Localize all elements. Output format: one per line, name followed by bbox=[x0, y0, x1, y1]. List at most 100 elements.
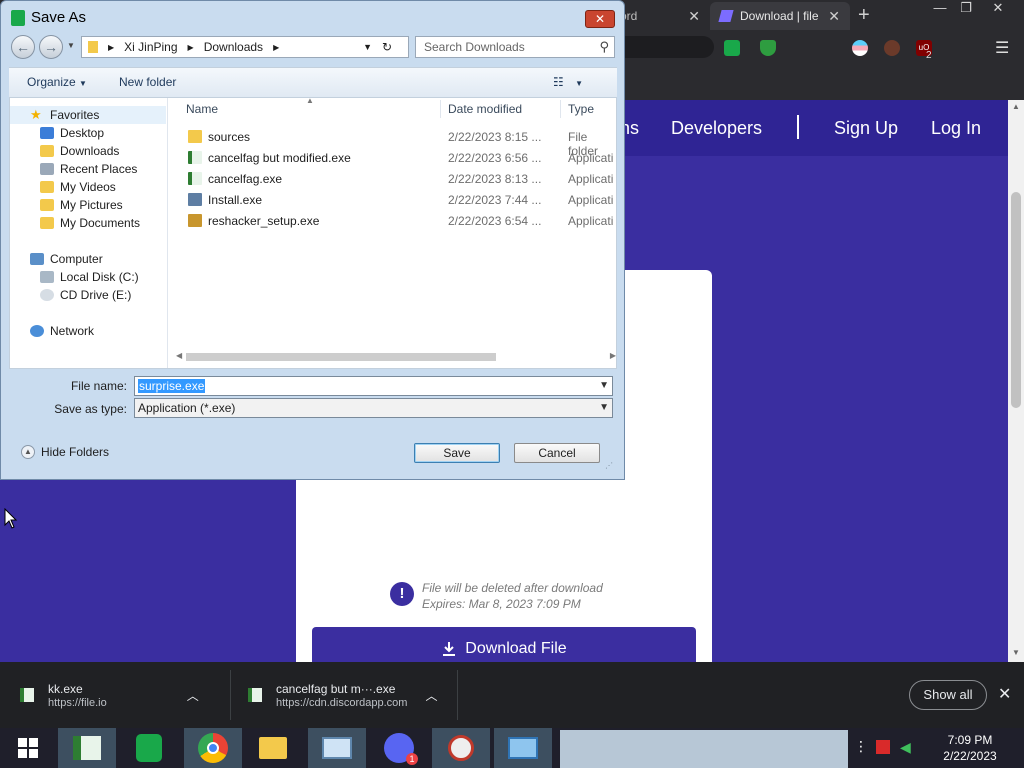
nav-link-developers[interactable]: Developers bbox=[671, 118, 762, 139]
scroll-right-icon[interactable]: ▶ bbox=[610, 351, 616, 360]
show-all-button[interactable]: Show all bbox=[909, 680, 987, 710]
organize-button[interactable]: Organize ▼ bbox=[27, 75, 87, 89]
nav-label: Favorites bbox=[50, 108, 100, 122]
nav-link-signup[interactable]: Sign Up bbox=[834, 118, 898, 139]
close-tab-icon[interactable]: ✕ bbox=[828, 8, 840, 25]
file-name-input[interactable]: surprise.exe ▼ bbox=[134, 376, 613, 396]
tab-inactive[interactable]: ord ✕ bbox=[610, 2, 710, 30]
tab-active[interactable]: Download | file ✕ bbox=[710, 2, 850, 30]
taskbar-app-installer[interactable] bbox=[58, 728, 116, 768]
new-tab-button[interactable]: + bbox=[858, 4, 870, 27]
nav-item-documents[interactable]: My Documents bbox=[40, 214, 140, 232]
breadcrumb-separator-icon: ▶ bbox=[108, 42, 115, 52]
scroll-thumb[interactable] bbox=[1011, 192, 1021, 408]
overflow-icon[interactable]: ⋮ bbox=[854, 738, 868, 755]
volume-icon[interactable]: ◀ bbox=[900, 739, 911, 756]
dialog-close-button[interactable]: ✕ bbox=[585, 10, 615, 28]
chevron-up-icon[interactable]: ︿ bbox=[425, 687, 437, 704]
browser-menu-icon[interactable]: ☰ bbox=[995, 38, 1009, 58]
view-options-icon[interactable]: ☷ ▼ bbox=[553, 75, 583, 89]
chevron-up-icon[interactable]: ︿ bbox=[187, 687, 199, 704]
download-item[interactable]: kk.exe https://file.io ︿ bbox=[20, 662, 199, 728]
resize-grip-icon[interactable]: ⋰ bbox=[605, 461, 613, 470]
file-row[interactable]: sources 2/22/2023 8:15 ... File folder bbox=[186, 127, 616, 158]
save-button[interactable]: Save bbox=[414, 443, 500, 463]
extension-avatar-icon[interactable] bbox=[884, 40, 900, 56]
nav-item-local-disk[interactable]: Local Disk (C:) bbox=[40, 268, 139, 286]
taskbar-app-snipping[interactable] bbox=[432, 728, 490, 768]
hide-folders-button[interactable]: ▲ Hide Folders bbox=[21, 445, 109, 459]
taskbar-clock[interactable]: 7:09 PM 2/22/2023 bbox=[930, 732, 1010, 764]
scroll-down-icon[interactable]: ▼ bbox=[1012, 648, 1020, 657]
new-folder-button[interactable]: New folder bbox=[119, 75, 176, 89]
tab-label: Download | file bbox=[740, 9, 819, 23]
taskbar-app-discord[interactable]: 1 bbox=[370, 728, 428, 768]
chrome-icon bbox=[198, 733, 228, 763]
column-type[interactable]: Type bbox=[568, 102, 594, 116]
restore-button[interactable]: ❐ bbox=[952, 0, 980, 18]
file-row[interactable]: reshacker_setup.exe 2/22/2023 6:54 ... A… bbox=[186, 211, 616, 231]
back-button[interactable]: ← bbox=[11, 35, 35, 59]
nav-item-pictures[interactable]: My Pictures bbox=[40, 196, 123, 214]
start-button[interactable] bbox=[0, 728, 56, 768]
network-icon bbox=[30, 325, 44, 337]
file-row[interactable]: cancelfag.exe 2/22/2023 8:13 ... Applica… bbox=[186, 169, 616, 189]
scroll-left-icon[interactable]: ◀ bbox=[176, 351, 182, 360]
taskbar-app-chrome[interactable] bbox=[184, 728, 242, 768]
nav-item-desktop[interactable]: Desktop bbox=[40, 124, 104, 142]
file-row[interactable]: cancelfag but modified.exe 2/22/2023 6:5… bbox=[186, 148, 616, 168]
extension-flag-icon[interactable] bbox=[852, 40, 868, 56]
nav-item-downloads[interactable]: Downloads bbox=[40, 142, 119, 160]
file-type: Applicati bbox=[568, 214, 614, 228]
column-name[interactable]: Name bbox=[186, 102, 218, 116]
save-type-select[interactable]: Application (*.exe) ▼ bbox=[134, 398, 613, 418]
taskbar-app-notes[interactable] bbox=[120, 728, 178, 768]
action-center-flag-icon[interactable] bbox=[876, 740, 890, 754]
search-input[interactable]: Search Downloads ⚲ bbox=[415, 36, 615, 58]
file-row[interactable]: Install.exe 2/22/2023 7:44 ... Applicati bbox=[186, 190, 616, 210]
page-scrollbar[interactable]: ▲ ▼ bbox=[1008, 100, 1024, 662]
taskbar-empty-area bbox=[560, 730, 848, 768]
nav-item-recent[interactable]: Recent Places bbox=[40, 160, 137, 178]
breadcrumb-dropdown-icon[interactable]: ▼ bbox=[363, 42, 372, 52]
breadcrumb[interactable]: ▶ Xi JinPing ▶ Downloads ▶ ▼ ↻ bbox=[81, 36, 409, 58]
taskbar-app-explorer[interactable] bbox=[244, 728, 302, 768]
scroll-thumb[interactable] bbox=[186, 353, 496, 361]
chevron-down-icon[interactable]: ▼ bbox=[599, 377, 609, 395]
extension-shield-icon[interactable] bbox=[760, 40, 776, 56]
nav-label: My Pictures bbox=[60, 198, 123, 212]
nav-network[interactable]: Network bbox=[30, 322, 94, 340]
column-divider[interactable] bbox=[440, 100, 441, 118]
nav-item-cd-drive[interactable]: CD Drive (E:) bbox=[40, 286, 131, 304]
refresh-icon[interactable]: ↻ bbox=[382, 40, 392, 54]
breadcrumb-item[interactable]: Xi JinPing bbox=[124, 40, 177, 54]
minimize-button[interactable]: — bbox=[926, 0, 954, 18]
taskbar-app-remote[interactable] bbox=[494, 728, 552, 768]
nav-label: Local Disk (C:) bbox=[60, 270, 139, 284]
forward-button[interactable]: → bbox=[39, 35, 63, 59]
scroll-up-icon[interactable]: ▲ bbox=[1012, 102, 1020, 111]
horizontal-scrollbar[interactable]: ◀ ▶ bbox=[176, 350, 616, 364]
extension-notes-icon[interactable] bbox=[724, 40, 740, 56]
nav-favorites[interactable]: ★ Favorites bbox=[10, 106, 166, 124]
close-window-button[interactable]: ✕ bbox=[984, 0, 1012, 18]
address-bar[interactable] bbox=[624, 36, 714, 58]
folder-icon bbox=[188, 130, 202, 143]
recent-locations-icon[interactable]: ▼ bbox=[67, 41, 75, 50]
breadcrumb-item[interactable]: Downloads bbox=[204, 40, 263, 54]
chevron-down-icon[interactable]: ▼ bbox=[599, 399, 609, 417]
file-name-value: surprise.exe bbox=[138, 379, 206, 393]
nav-link-login[interactable]: Log In bbox=[931, 118, 981, 139]
file-date: 2/22/2023 8:15 ... bbox=[448, 130, 542, 144]
nav-computer[interactable]: Computer bbox=[30, 250, 103, 268]
taskbar-app-monitor[interactable] bbox=[308, 728, 366, 768]
nav-label: My Documents bbox=[60, 216, 141, 230]
download-button-label: Download File bbox=[465, 640, 567, 657]
column-divider[interactable] bbox=[560, 100, 561, 118]
cancel-button[interactable]: Cancel bbox=[514, 443, 600, 463]
column-date[interactable]: Date modified bbox=[448, 102, 522, 116]
close-tab-icon[interactable]: ✕ bbox=[688, 8, 700, 25]
close-shelf-icon[interactable]: ✕ bbox=[998, 684, 1011, 704]
download-item[interactable]: cancelfag but m···.exe https://cdn.disco… bbox=[248, 662, 437, 728]
nav-item-videos[interactable]: My Videos bbox=[40, 178, 116, 196]
